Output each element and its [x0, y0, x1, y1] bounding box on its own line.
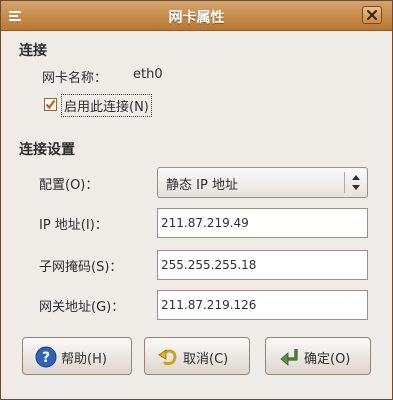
close-icon [363, 8, 381, 27]
network-card-properties-dialog: 网卡属性 连接 网卡名称： eth0 启用此连接(N) 连接设置 配置(O)： … [0, 0, 393, 400]
svg-text:?: ? [42, 350, 50, 366]
subnet-mask-field[interactable] [157, 250, 368, 280]
ok-arrow-icon [278, 346, 300, 368]
config-label: 配置(O)： [39, 178, 99, 193]
ok-button-label: 确定(O) [304, 352, 351, 367]
title-bar[interactable]: 网卡属性 [1, 1, 392, 31]
help-icon: ? [35, 346, 57, 368]
mask-label: 子网掩码(S)： [39, 260, 123, 275]
cancel-button-label: 取消(C) [183, 352, 229, 367]
gateway-field[interactable] [157, 290, 368, 320]
cancel-button[interactable]: 取消(C) [144, 337, 250, 375]
subnet-mask-input[interactable] [161, 256, 361, 274]
ip-address-field[interactable] [157, 208, 368, 238]
settings-section-header: 连接设置 [19, 142, 75, 158]
connection-section-header: 连接 [19, 43, 47, 59]
ok-button[interactable]: 确定(O) [265, 337, 371, 375]
updown-arrows-icon [344, 172, 367, 193]
undo-icon [157, 346, 179, 368]
config-select[interactable]: 静态 IP 地址 [157, 167, 368, 198]
checkmark-icon [45, 99, 56, 110]
gateway-label: 网关地址(G)： [39, 300, 125, 315]
help-button-label: 帮助(H) [61, 352, 107, 367]
ip-address-input[interactable] [161, 214, 361, 232]
close-button[interactable] [362, 6, 382, 24]
card-name-value: eth0 [133, 67, 163, 82]
card-name-label: 网卡名称： [42, 71, 108, 86]
config-select-value: 静态 IP 地址 [166, 178, 238, 193]
help-button[interactable]: ? 帮助(H) [22, 337, 132, 375]
window-title: 网卡属性 [168, 10, 225, 26]
enable-connection-label[interactable]: 启用此连接(N) [61, 94, 152, 117]
ip-label: IP 地址(I)： [39, 218, 108, 233]
enable-connection-checkbox[interactable] [44, 98, 57, 111]
gateway-input[interactable] [161, 296, 361, 314]
